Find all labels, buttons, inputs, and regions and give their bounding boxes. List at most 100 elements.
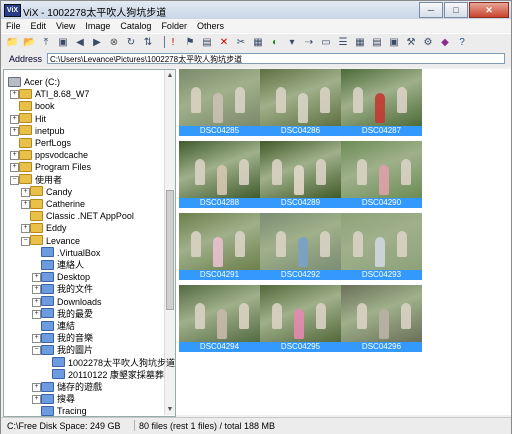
tree-item[interactable]: 連絡人 [41, 259, 84, 271]
tree-item[interactable]: PerfLogs [19, 137, 71, 149]
address-input[interactable]: C:\Users\Levance\Pictures\1002278太平吹人狗坑步… [47, 53, 505, 64]
tree-item[interactable]: 使用者 [19, 174, 62, 186]
tree-item[interactable]: Downloads [41, 296, 102, 308]
tree-item[interactable]: 1002278太平吹人狗坑步道 [52, 357, 175, 369]
scroll-up-icon[interactable]: ▲ [166, 71, 174, 80]
tree-item[interactable]: inetpub [19, 125, 65, 137]
tree-expander-icon[interactable]: + [32, 395, 41, 405]
dropdown-icon[interactable]: ▾ [286, 37, 298, 49]
thumb-size-icon[interactable]: ▭ [320, 37, 332, 49]
tree-item[interactable]: Tracing [41, 405, 87, 416]
tree-item[interactable]: book [19, 100, 55, 112]
tree-item[interactable]: ATI_8.68_W7 [19, 88, 89, 100]
refresh-icon[interactable]: ↻ [125, 37, 137, 49]
folder-tree[interactable]: ▲ ▼ Acer (C:) + ATI_8.68_W7 book + Hit + inetpu… [3, 69, 176, 417]
view-detail-icon[interactable]: ▤ [371, 37, 383, 49]
menu-edit[interactable]: Edit [26, 21, 52, 31]
tree-item[interactable]: 我的圖片 [41, 344, 93, 356]
tree-expander-icon[interactable]: + [32, 297, 41, 307]
move-icon[interactable]: ⇢ [303, 37, 315, 49]
cut-icon[interactable]: ✂ [235, 37, 247, 49]
photo-thumbnail[interactable]: DSC04292 [260, 213, 341, 281]
tree-expander-icon[interactable]: + [10, 126, 19, 136]
tree-item[interactable]: 搜尋 [41, 393, 75, 405]
tree-expander-icon[interactable]: + [10, 151, 19, 161]
catalog-icon[interactable]: ◆ [439, 37, 451, 49]
photo-thumbnail[interactable]: DSC04296 [341, 285, 422, 353]
tree-expander-icon[interactable]: + [32, 334, 41, 344]
tree-expander-icon[interactable]: − [10, 175, 19, 185]
menu-catalog[interactable]: Catalog [115, 21, 156, 31]
tree-item[interactable]: Levance [30, 235, 80, 247]
photo-thumbnail[interactable]: DSC04285 [179, 69, 260, 137]
slideshow-icon[interactable]: ▤ [201, 37, 213, 49]
flag-icon[interactable]: ⚑ [184, 37, 196, 49]
tree-expander-icon[interactable]: + [21, 187, 30, 197]
help-icon[interactable]: ? [456, 37, 468, 49]
tree-expander-icon[interactable]: + [32, 273, 41, 283]
view-large-icon[interactable]: ▣ [388, 37, 400, 49]
new-folder-icon[interactable]: 📁 [6, 37, 18, 49]
view-thumbs-icon[interactable]: ▦ [354, 37, 366, 49]
photo-thumbnail[interactable]: DSC04293 [341, 213, 422, 281]
menu-folder[interactable]: Folder [156, 21, 192, 31]
tree-expander-icon[interactable]: + [32, 309, 41, 319]
tree-expander-icon[interactable]: + [21, 224, 30, 234]
menu-file[interactable]: File [1, 21, 26, 31]
paste-icon[interactable]: ▦ [252, 37, 264, 49]
tree-item[interactable]: Candy [30, 186, 72, 198]
tree-item[interactable]: 20110122 康墾家採墓葬 [52, 369, 164, 381]
tree-expander-icon[interactable]: + [32, 285, 41, 295]
minimize-button[interactable]: ─ [419, 2, 443, 18]
stop-icon[interactable]: ⊗ [108, 37, 120, 49]
sort-icon[interactable]: ⇅ [142, 37, 154, 49]
photo-thumbnail[interactable]: DSC04289 [260, 141, 341, 209]
forward-icon[interactable]: ▶ [91, 37, 103, 49]
tree-item[interactable]: Desktop [41, 271, 90, 283]
tree-item[interactable]: Eddy [30, 222, 67, 234]
tree-expander-icon[interactable]: − [21, 236, 30, 246]
image-icon[interactable]: ▣ [57, 37, 69, 49]
back-icon[interactable]: ◀ [74, 37, 86, 49]
view-list-icon[interactable]: ☰ [337, 37, 349, 49]
tree-item[interactable]: ppsvodcache [19, 149, 88, 161]
photo-thumbnail[interactable]: DSC04287 [341, 69, 422, 137]
tree-expander-icon[interactable]: + [10, 90, 19, 100]
tree-expander-icon[interactable]: + [21, 200, 30, 209]
tree-item[interactable]: 儲存的遊戲 [41, 381, 102, 393]
folder-up-icon[interactable]: ⤒ [40, 37, 52, 49]
title-bar[interactable]: ViX ViX - 1002278太平吹人狗坑步道 ─ □ ✕ [1, 1, 511, 20]
tree-item[interactable]: 我的最愛 [41, 308, 93, 320]
tree-item[interactable]: 連結 [41, 320, 75, 332]
close-button[interactable]: ✕ [469, 2, 509, 18]
tree-item[interactable]: 我的音樂 [41, 332, 93, 344]
photo-thumbnail[interactable]: DSC04288 [179, 141, 260, 209]
tools-icon[interactable]: ⚒ [405, 37, 417, 49]
tree-item[interactable]: .VirtualBox [41, 247, 100, 259]
tree-item[interactable]: Catherine [30, 198, 85, 210]
tree-item[interactable]: 我的文件 [41, 283, 93, 295]
app-icon[interactable]: ViX [4, 4, 21, 17]
info-icon[interactable]: ! [167, 37, 179, 49]
photo-thumbnail[interactable]: DSC04290 [341, 141, 422, 209]
menu-others[interactable]: Others [192, 21, 229, 31]
settings-icon[interactable]: ⚙ [422, 37, 434, 49]
photo-thumbnail[interactable]: DSC04291 [179, 213, 260, 281]
photo-thumbnail[interactable]: DSC04295 [260, 285, 341, 353]
open-folder-icon[interactable]: 📂 [23, 37, 35, 49]
scroll-down-icon[interactable]: ▼ [166, 405, 174, 414]
menu-view[interactable]: View [51, 21, 80, 31]
tree-item[interactable]: Acer (C:) [8, 76, 60, 88]
tree-item[interactable]: Program Files [19, 161, 91, 173]
photo-thumbnail[interactable]: DSC04286 [260, 69, 341, 137]
tree-expander-icon[interactable]: + [32, 383, 41, 392]
menu-image[interactable]: Image [80, 21, 115, 31]
tree-item[interactable]: Hit [19, 113, 46, 125]
maximize-button[interactable]: □ [444, 2, 468, 18]
tree-item[interactable]: Classic .NET AppPool [30, 210, 134, 222]
tree-expander-icon[interactable]: + [10, 114, 19, 124]
photo-thumbnail[interactable]: DSC04294 [179, 285, 260, 353]
scrollbar-thumb[interactable] [166, 190, 174, 310]
tree-expander-icon[interactable]: + [10, 163, 19, 173]
tree-expander-icon[interactable]: − [32, 346, 41, 356]
